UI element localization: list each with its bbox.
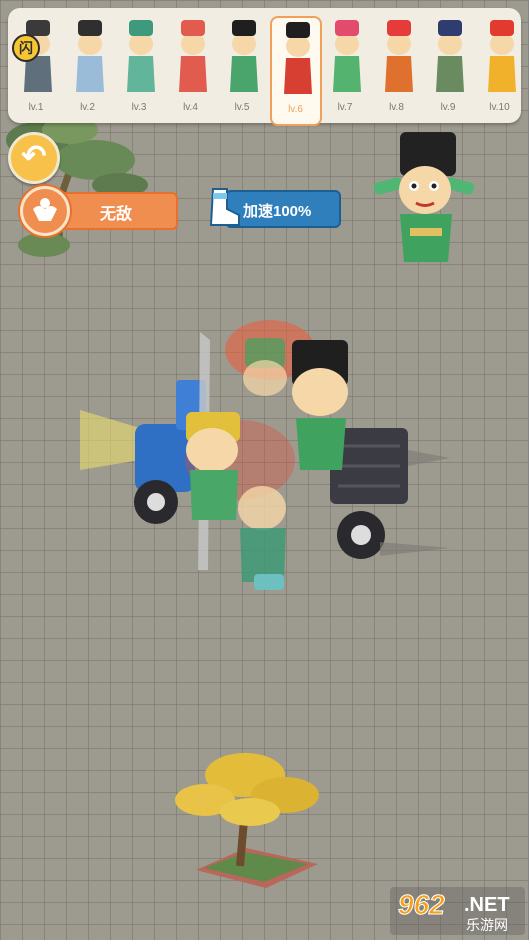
level-slot[interactable]: lv.6 [269, 16, 322, 126]
boot-icon [209, 188, 240, 226]
level-label: lv.3 [131, 102, 147, 113]
level-label: lv.2 [80, 102, 95, 113]
level-label: lv.9 [440, 102, 456, 113]
watermark-net: .NET [464, 894, 510, 916]
invincible-icon [20, 186, 70, 236]
level-slot[interactable]: lv.10 [476, 16, 524, 122]
watermark-sub: 乐游网 [466, 917, 508, 933]
flash-badge-icon[interactable]: 闪 [12, 34, 40, 62]
level-slot[interactable]: lv.8 [373, 16, 421, 122]
invincible-button[interactable]: 无敌 [20, 186, 178, 236]
back-button[interactable]: ↶ [8, 132, 60, 184]
character-icon [436, 20, 464, 92]
official-character[interactable] [373, 132, 475, 262]
level-label: lv.7 [337, 102, 353, 113]
level-slot[interactable]: lv.2 [64, 16, 112, 122]
watermark-number: 962 [398, 889, 446, 921]
level-selector-bar: lv.1 lv.2 lv.3 lv.4 lv.5 lv.6 lv.7 lv.8 lv.9 lv.1… [8, 8, 524, 126]
character-icon [230, 20, 258, 92]
level-label: lv.10 [489, 102, 510, 113]
character-icon [127, 20, 155, 92]
level-label: lv.6 [288, 104, 303, 115]
level-label: lv.5 [234, 102, 250, 113]
level-label: lv.1 [28, 102, 44, 113]
golden-tree [175, 753, 319, 888]
level-label: lv.8 [389, 102, 404, 113]
level-label: lv.4 [183, 102, 198, 113]
game-scene [6, 116, 475, 888]
level-slot[interactable]: lv.4 [167, 16, 215, 122]
speed-up-button[interactable]: 加速100% [205, 187, 341, 229]
merged-characters[interactable] [185, 320, 348, 590]
character-icon [178, 20, 207, 92]
level-slot[interactable]: lv.3 [115, 16, 163, 122]
character-icon [487, 20, 516, 92]
site-watermark: 962 .NET 乐游网 [390, 887, 525, 935]
level-slot[interactable]: lv.1 [12, 16, 60, 122]
level-slot[interactable]: lv.5 [218, 16, 266, 122]
speed-label: 加速100% [243, 203, 312, 220]
character-icon [75, 20, 104, 92]
character-icon [333, 20, 361, 92]
level-slot[interactable]: lv.7 [321, 16, 369, 122]
level-slot[interactable]: lv.9 [424, 16, 472, 122]
back-arrow-icon: ↶ [21, 140, 47, 173]
character-icon [283, 22, 312, 94]
invincible-label: 无敌 [100, 206, 133, 223]
character-icon [384, 20, 413, 92]
